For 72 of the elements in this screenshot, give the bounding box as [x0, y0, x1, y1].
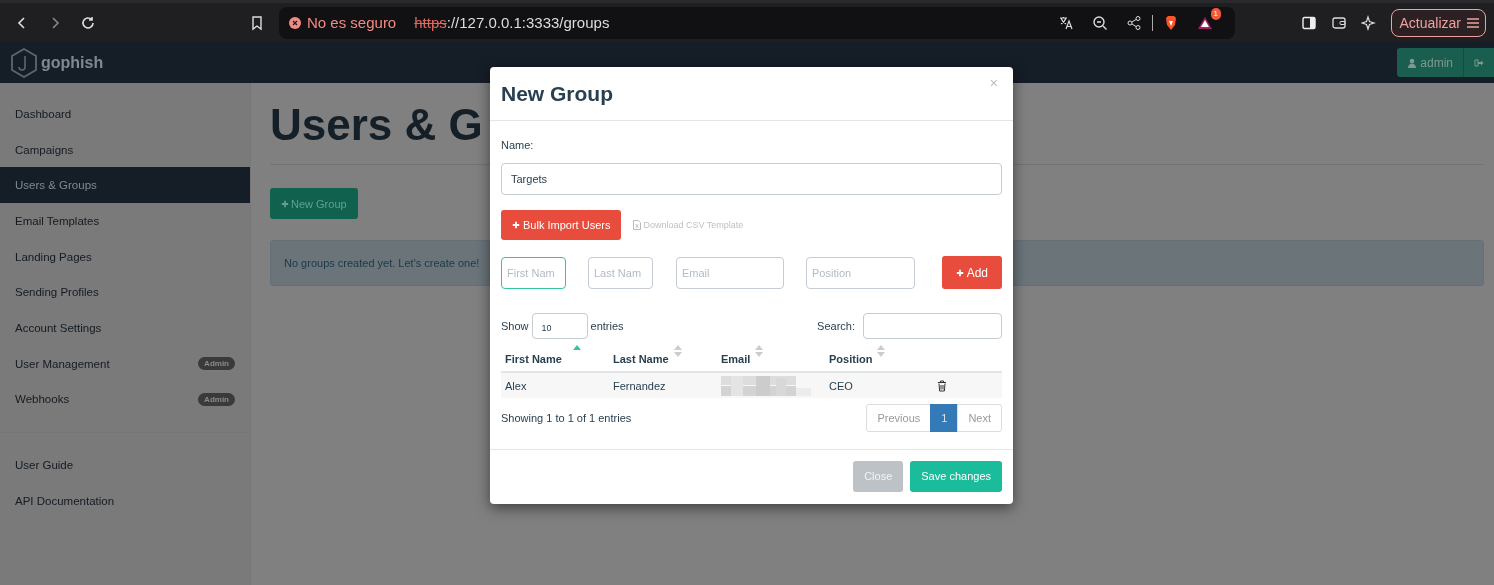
translate-icon[interactable]: [1058, 14, 1074, 31]
bulk-import-button[interactable]: Bulk Import Users: [501, 210, 622, 240]
share-icon[interactable]: [1126, 14, 1142, 31]
table-cell: Fernandez: [609, 372, 717, 398]
sidebar-item[interactable]: API Documentation: [0, 482, 250, 519]
new-group-button[interactable]: New Group: [270, 188, 358, 219]
trash-icon[interactable]: [937, 379, 947, 392]
logout-icon: [1474, 57, 1484, 68]
plus-icon: [512, 221, 520, 229]
add-button[interactable]: Add: [941, 256, 1002, 289]
table-info: Showing 1 to 1 of 1 entries: [501, 412, 632, 424]
sidebar-item[interactable]: User Guide: [0, 447, 250, 483]
page-title: Users & G: [270, 99, 483, 151]
sidebar-label: Users & Groups: [15, 179, 97, 192]
sparkle-icon[interactable]: [1360, 14, 1377, 31]
security-label: No es seguro: [307, 14, 397, 31]
search-field[interactable]: [863, 313, 1002, 339]
sidebar-label: Email Templates: [15, 214, 100, 227]
url-scheme: https: [414, 14, 447, 31]
page-length-field[interactable]: 10: [531, 313, 588, 339]
save-changes-button[interactable]: Save changes: [910, 460, 1002, 492]
sidebar-item[interactable]: Sending Profiles: [0, 274, 250, 311]
file-icon: [633, 220, 642, 230]
sidebar-item[interactable]: User Management Admin: [0, 345, 250, 382]
name-label: Name:: [501, 139, 535, 151]
reload-icon[interactable]: [80, 14, 96, 31]
admin-badge: Admin: [198, 357, 235, 371]
next-button[interactable]: Next: [957, 404, 1002, 432]
admin-badge: Admin: [198, 392, 235, 406]
address-bar[interactable]: No es seguro https://127.0.0.1:3333/groups 1: [279, 6, 1235, 39]
update-button[interactable]: Actualizar: [1390, 8, 1486, 37]
entries-label: entries: [590, 320, 624, 332]
target-field[interactable]: Position: [806, 256, 915, 289]
sidebar-item[interactable]: Landing Pages: [0, 238, 250, 275]
sidebar-item[interactable]: Dashboard: [0, 96, 250, 132]
modal-title: New Group: [501, 82, 613, 107]
sidebar-label: Sending Profiles: [15, 286, 99, 299]
url-text: ://127.0.0.1:3333/groups: [446, 14, 610, 31]
page-button[interactable]: 1: [930, 404, 959, 432]
user-button[interactable]: admin: [1397, 48, 1463, 77]
sidebar-label: Webhooks: [15, 393, 70, 406]
sidebar-item[interactable]: Users & Groups: [0, 167, 250, 204]
warning-icon: [289, 16, 301, 29]
target-field[interactable]: First Nam: [501, 256, 566, 289]
search-label: Search:: [817, 320, 855, 332]
sidebar-item[interactable]: Webhooks Admin: [0, 381, 250, 418]
user-icon: [1407, 57, 1418, 68]
sidebar-label: Campaigns: [15, 143, 74, 156]
hook-logo-icon: [10, 47, 38, 78]
zoom-out-icon[interactable]: [1092, 14, 1108, 31]
show-label: Show: [501, 320, 529, 332]
target-field[interactable]: Last Nam: [588, 256, 653, 289]
target-field[interactable]: Email: [676, 256, 784, 289]
sidebar-label: Dashboard: [15, 107, 72, 120]
table-cell: CEO: [825, 372, 933, 398]
wallet-icon[interactable]: [1330, 14, 1347, 31]
plus-icon: [281, 199, 289, 208]
name-field[interactable]: Targets: [501, 163, 1002, 195]
table-cell: Alex: [501, 372, 609, 398]
lion-shield-icon[interactable]: [1163, 14, 1179, 31]
previous-button[interactable]: Previous: [866, 404, 932, 432]
sidebar-label: User Management: [15, 357, 110, 370]
sidebar-item[interactable]: Account Settings: [0, 310, 250, 346]
brand-name: gophish: [41, 53, 104, 72]
plus-icon: [955, 268, 964, 277]
sidebar-icon[interactable]: [1300, 14, 1317, 31]
sidebar-label: Landing Pages: [15, 250, 92, 263]
sidebar-label: Account Settings: [15, 321, 102, 334]
sidebar-item[interactable]: Email Templates: [0, 203, 250, 239]
bookmark-icon[interactable]: [249, 14, 265, 31]
notification-badge: 1: [1210, 7, 1221, 20]
sidebar-item[interactable]: Campaigns: [0, 131, 250, 168]
